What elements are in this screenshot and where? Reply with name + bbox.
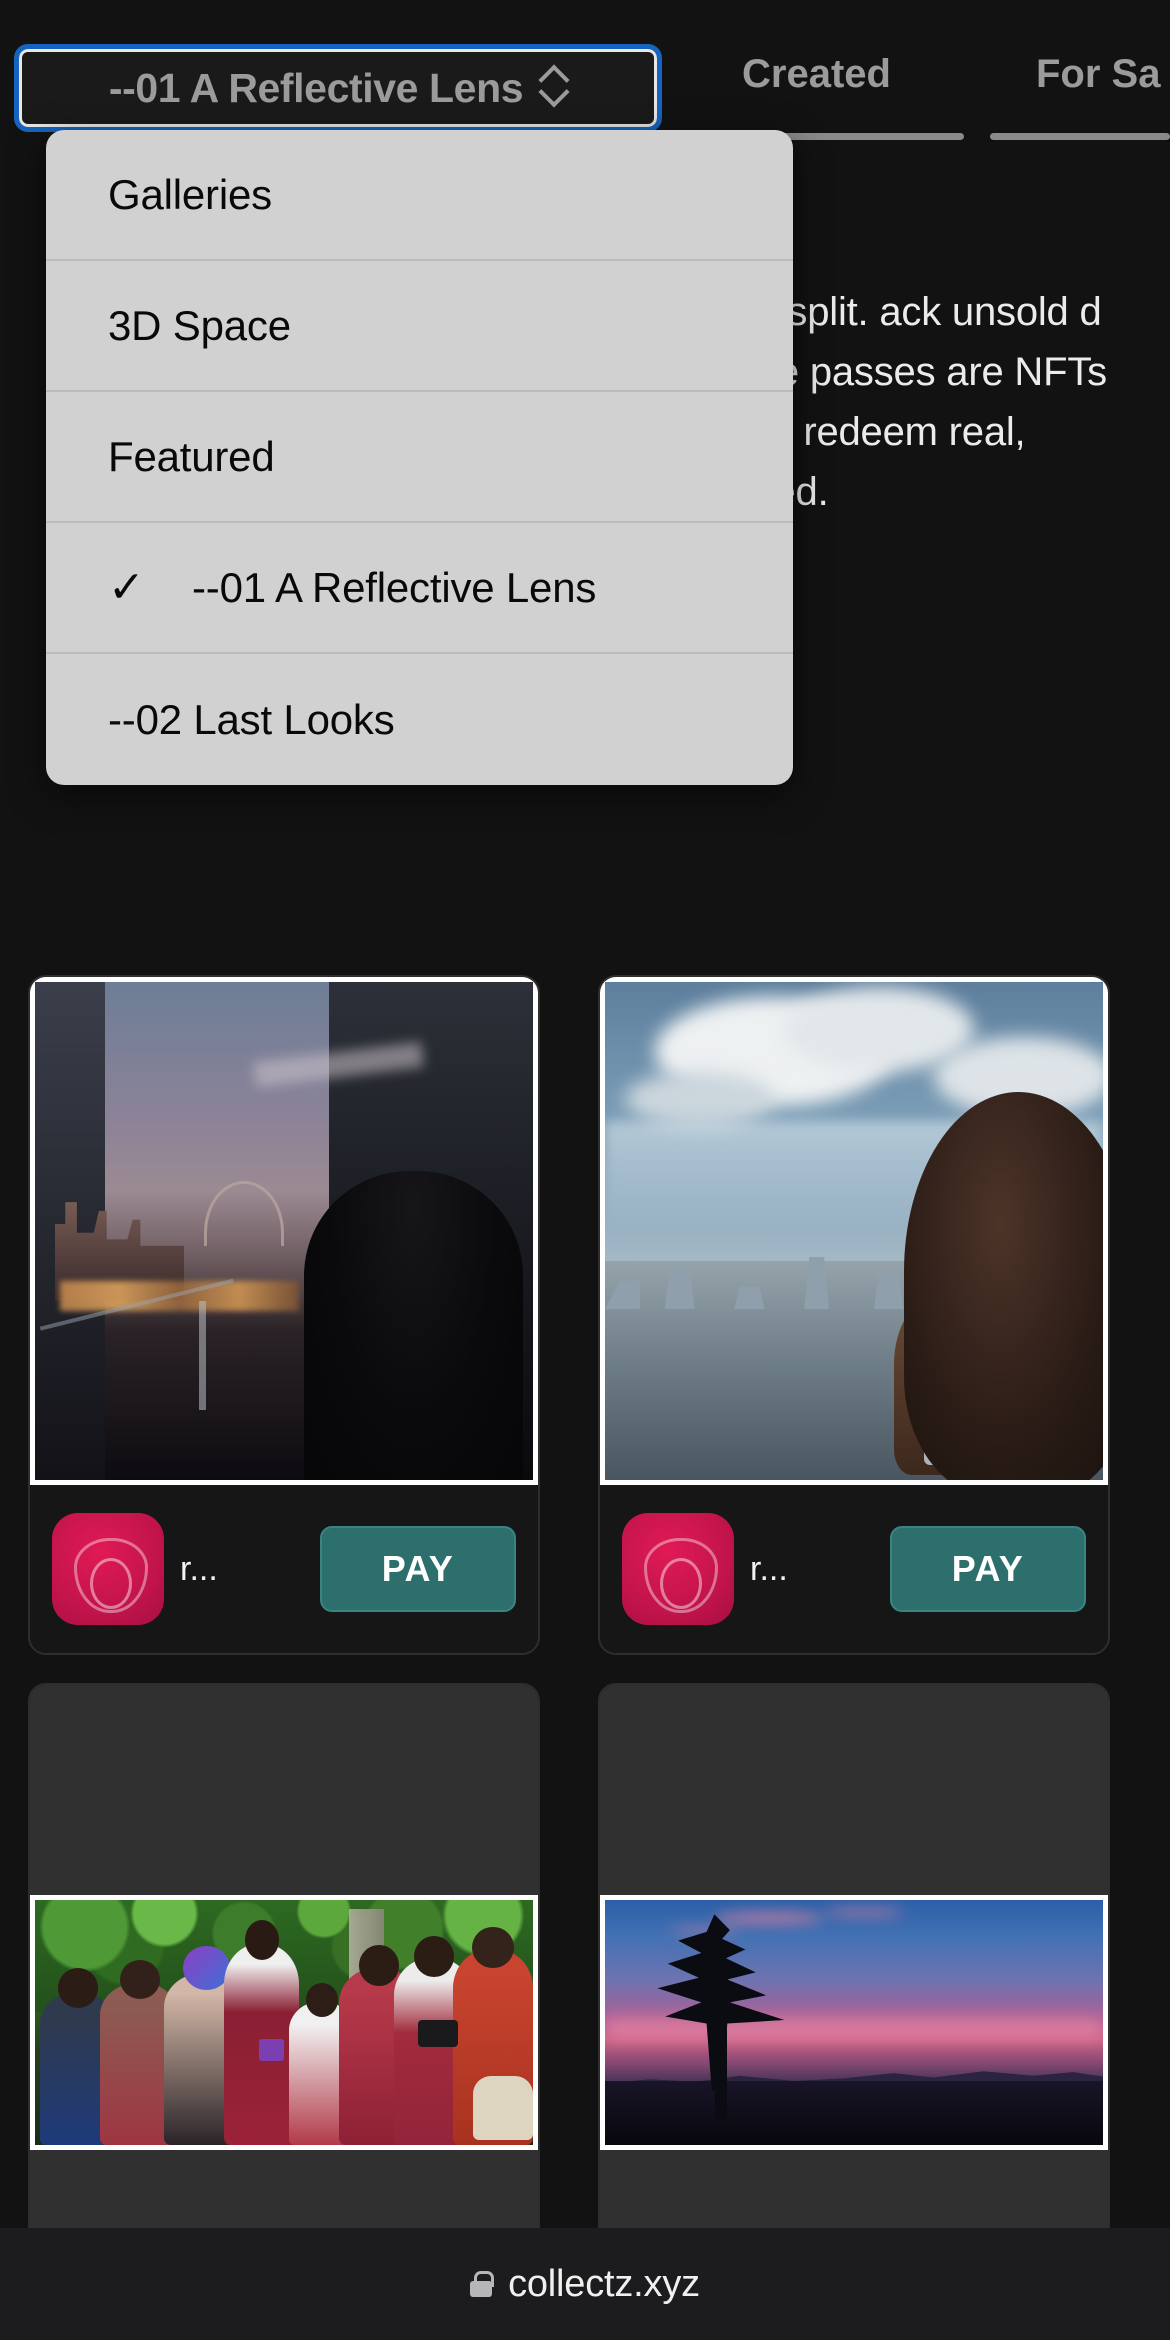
dropdown-option[interactable]: Featured [46, 392, 793, 523]
nft-artwork-frame [30, 977, 538, 1485]
nft-grid: r... PAY r... PAY [28, 975, 1142, 2340]
nft-artwork-frame [600, 977, 1108, 1485]
dropdown-option[interactable]: ✓ --01 A Reflective Lens [46, 523, 793, 654]
app-screen: --01 A Reflective Lens Created For Sa ll… [0, 0, 1170, 2340]
nft-card-footer: r... PAY [30, 1485, 538, 1653]
owner-name: r... [180, 1549, 218, 1588]
gallery-select-dropdown[interactable]: Galleries 3D Space Featured ✓ --01 A Reflect… [46, 130, 793, 785]
dropdown-option[interactable]: --02 Last Looks [46, 654, 793, 785]
nyc-skyline-clouds-silhouette-image [605, 982, 1103, 1480]
tab-created[interactable]: Created [742, 52, 891, 97]
url-label: collectz.xyz [508, 2262, 700, 2305]
students-group-outdoors-image [35, 1899, 533, 2145]
dropdown-option-label: --02 Last Looks [108, 695, 395, 743]
dropdown-option-label: Galleries [108, 170, 272, 218]
dropdown-option-label: 3D Space [108, 301, 291, 349]
nft-card-top-spacer [600, 1685, 1108, 1895]
nft-artwork-frame [30, 1894, 538, 2150]
dropdown-option-label: --01 A Reflective Lens [192, 563, 597, 611]
browser-bottom-bar: collectz.xyz [0, 2228, 1170, 2340]
nft-artwork-frame [600, 1894, 1108, 2150]
dusk-cityscape-silhouette-image [35, 982, 533, 1480]
nft-card[interactable]: r... PAY [28, 975, 540, 1655]
dropdown-option-label: Featured [108, 432, 275, 480]
dropdown-option[interactable]: 3D Space [46, 261, 793, 392]
checkmark-icon: ✓ [108, 563, 145, 612]
gallery-select-value: --01 A Reflective Lens [108, 64, 524, 111]
gallery-select[interactable]: --01 A Reflective Lens [14, 44, 662, 132]
collection-avatar-icon [52, 1513, 164, 1625]
twilight-pine-tree-ridge-image [605, 1899, 1103, 2145]
tab-for-sale-underline [990, 133, 1170, 140]
chevron-up-down-icon [541, 67, 567, 109]
nft-card-top-spacer [30, 1685, 538, 1895]
pay-button[interactable]: PAY [320, 1526, 516, 1612]
pay-button[interactable]: PAY [890, 1526, 1086, 1612]
tab-for-sale[interactable]: For Sa [1036, 52, 1160, 97]
nft-card[interactable]: r... PAY [598, 975, 1110, 1655]
collection-avatar-icon [622, 1513, 734, 1625]
lock-icon [470, 2271, 495, 2297]
dropdown-option[interactable]: Galleries [46, 130, 793, 261]
owner-name: r... [750, 1549, 788, 1588]
nft-card-footer: r... PAY [600, 1485, 1108, 1653]
